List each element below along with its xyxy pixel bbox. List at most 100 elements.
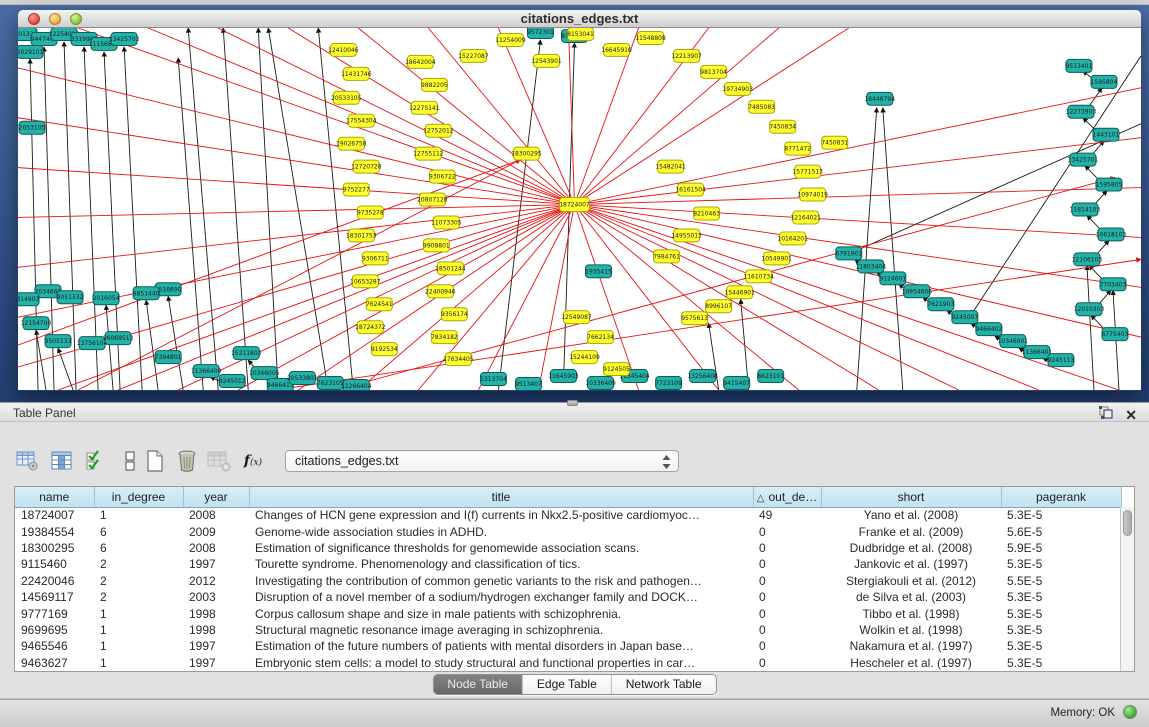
selected-node[interactable]: 15771513	[792, 165, 823, 178]
node[interactable]: 10954606	[902, 285, 933, 298]
selected-node[interactable]: 9813704	[700, 65, 727, 78]
selected-edge[interactable]	[18, 118, 574, 205]
selected-node[interactable]: 8210463	[693, 207, 720, 220]
node[interactable]: 1935415	[585, 265, 612, 278]
selected-edge[interactable]	[574, 188, 1141, 205]
selected-node[interactable]: 7450831	[821, 136, 848, 149]
selected-node[interactable]: 9192534	[371, 343, 398, 356]
table-row[interactable]: 2242004622012Investigating the contribut…	[15, 573, 1121, 589]
selected-node[interactable]: 9752277	[343, 183, 370, 196]
table-selector-dropdown[interactable]: citations_edges.txt	[285, 450, 679, 472]
node[interactable]: 13425703	[109, 32, 140, 45]
selected-node[interactable]: 17634405	[443, 353, 474, 366]
citation-edge[interactable]	[168, 296, 183, 390]
selected-node[interactable]: 22400946	[425, 285, 456, 298]
selected-node[interactable]: 7984761	[653, 250, 680, 263]
selected-node[interactable]: 8771472	[784, 142, 811, 155]
table-row[interactable]: 1938455462009Genome-wide association stu…	[15, 523, 1121, 539]
select-rows-icon[interactable]	[83, 448, 109, 474]
citation-edge[interactable]	[223, 28, 248, 390]
node[interactable]: 2016054	[93, 292, 120, 305]
node[interactable]: 6775403	[1102, 328, 1129, 341]
selected-node[interactable]: 11073305	[431, 216, 462, 229]
column-header-out_degree[interactable]: △out_de…	[753, 487, 821, 507]
node[interactable]: 9466402	[976, 323, 1003, 336]
table-row[interactable]: 1830029562008Estimation of significance …	[15, 540, 1121, 556]
table-row[interactable]: 969969511998Structural magnetic resonanc…	[15, 622, 1121, 638]
selected-edge[interactable]	[18, 205, 574, 268]
selected-node[interactable]: 10549901	[761, 252, 792, 265]
node[interactable]: 9245007	[951, 311, 978, 324]
node[interactable]: 20533801	[287, 372, 318, 385]
delete-attributes-icon[interactable]	[174, 448, 200, 474]
close-panel-icon[interactable]: ✕	[1125, 409, 1137, 422]
selected-edge[interactable]	[218, 28, 574, 205]
selected-node[interactable]: 18301753	[346, 229, 377, 242]
node[interactable]: 12010303	[1074, 303, 1105, 316]
column-header-title[interactable]: title	[249, 487, 753, 507]
selected-node[interactable]: 9306722	[429, 170, 456, 183]
selected-node[interactable]: 20807128	[417, 193, 448, 206]
selected-node[interactable]: 12752012	[423, 124, 454, 137]
selected-node[interactable]: 11254009	[495, 33, 526, 46]
selected-node[interactable]: 11431746	[341, 67, 372, 80]
selected-node[interactable]: 9735278	[357, 206, 384, 219]
node[interactable]: 1595805	[1096, 178, 1123, 191]
selected-node[interactable]: 7662134	[587, 331, 614, 344]
selected-node[interactable]: 11548808	[635, 31, 666, 44]
column-header-year[interactable]: year	[183, 487, 249, 507]
selected-edge[interactable]	[574, 205, 1118, 390]
selected-edge[interactable]	[538, 205, 574, 390]
selected-edge[interactable]	[574, 88, 1141, 205]
zoom-window-button[interactable]	[70, 13, 82, 25]
network-window-titlebar[interactable]: citations_edges.txt	[18, 10, 1141, 28]
node[interactable]: 9415407	[723, 377, 750, 390]
selected-node[interactable]: 12275141	[409, 101, 440, 114]
network-graph[interactable]: 3001329944740112254013331990111156804134…	[18, 28, 1141, 390]
selected-edge[interactable]	[238, 205, 574, 390]
selected-edge[interactable]	[18, 205, 574, 218]
selected-node[interactable]: 9882205	[421, 78, 448, 91]
selected-node[interactable]: 7624541	[366, 298, 393, 311]
table-scrollbar-thumb[interactable]	[1123, 510, 1132, 536]
selected-node[interactable]: 16645910	[601, 43, 632, 56]
node[interactable]: 7723109	[655, 377, 682, 390]
new-table-icon[interactable]	[142, 448, 168, 474]
table-row[interactable]: 911546021997Tourette syndrome. Phenomeno…	[15, 556, 1121, 572]
selected-edge[interactable]	[574, 205, 1141, 238]
node[interactable]: 7394801	[155, 351, 182, 364]
column-header-name[interactable]: name	[15, 487, 94, 507]
selected-edge[interactable]	[78, 28, 574, 205]
node[interactable]: 9851440	[133, 287, 160, 300]
selected-node[interactable]: 9124505	[603, 363, 630, 376]
selected-node[interactable]: 18724007	[559, 198, 590, 212]
selected-node[interactable]: 16161504	[675, 183, 706, 196]
table-row[interactable]: 946554611997Estimation of the future num…	[15, 638, 1121, 654]
selected-node[interactable]: 19734903	[722, 82, 753, 95]
selected-node[interactable]: 8153041	[567, 28, 594, 40]
node[interactable]: 9051332	[57, 291, 84, 304]
node[interactable]: 7703403	[1100, 278, 1127, 291]
selected-node[interactable]: 10653287	[350, 275, 381, 288]
close-window-button[interactable]	[28, 13, 40, 25]
node[interactable]: 9572301	[527, 28, 554, 38]
node[interactable]: 11803404	[855, 260, 886, 273]
node[interactable]: 13256408	[687, 370, 718, 383]
node[interactable]: 3314903	[18, 293, 40, 306]
node[interactable]: 2029101	[18, 45, 44, 58]
node[interactable]: 13425701	[1068, 153, 1099, 166]
table-panel-titlebar[interactable]: Table Panel ✕	[0, 402, 1149, 422]
minimize-window-button[interactable]	[49, 13, 61, 25]
selected-node[interactable]: 12755112	[413, 147, 444, 160]
selected-edge[interactable]	[478, 205, 574, 390]
column-header-pagerank[interactable]: pagerank	[1001, 487, 1121, 507]
table-row[interactable]: 1456911722003Disruption of a novel membe…	[15, 589, 1121, 605]
citation-edge[interactable]	[883, 108, 903, 390]
node[interactable]: 12154700	[21, 317, 52, 330]
node[interactable]: 12273903	[1066, 105, 1097, 118]
function-builder-icon[interactable]: f(x)	[240, 448, 266, 474]
node[interactable]: 9505133	[45, 335, 72, 348]
selected-node[interactable]: 7450834	[769, 120, 796, 133]
citation-edge[interactable]	[188, 28, 218, 390]
node[interactable]: 9245012	[219, 375, 246, 388]
